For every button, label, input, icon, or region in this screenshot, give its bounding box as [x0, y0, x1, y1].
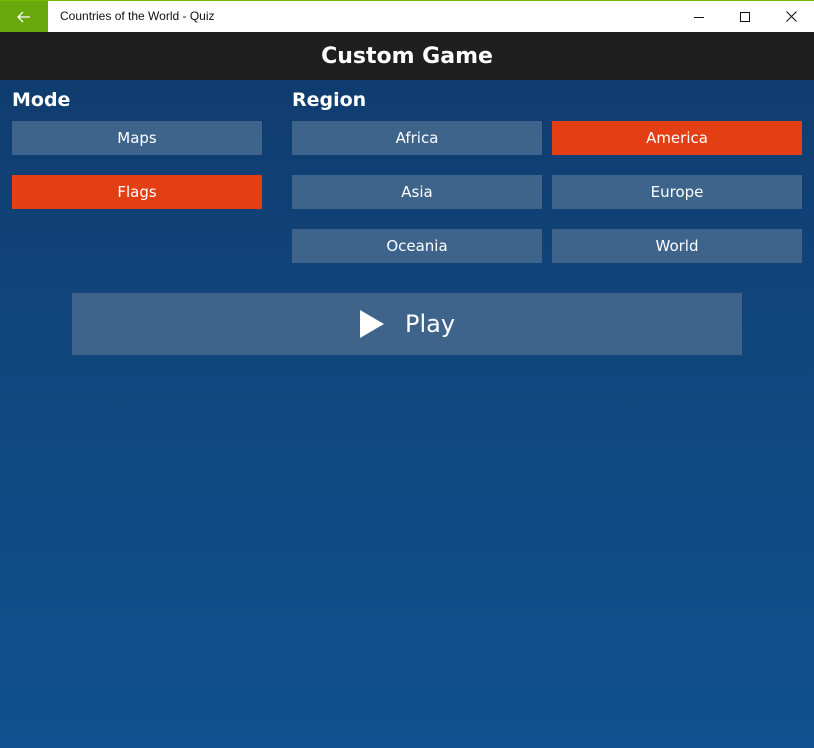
- region-europe-button[interactable]: Europe: [552, 175, 802, 209]
- app-window: Countries of the World - Quiz Custom Gam…: [0, 0, 814, 748]
- close-icon: [785, 7, 797, 26]
- minimize-icon: [694, 7, 704, 26]
- page-title: Custom Game: [321, 43, 493, 69]
- close-button[interactable]: [768, 1, 814, 32]
- mode-flags-button[interactable]: Flags: [12, 175, 262, 209]
- mode-maps-button[interactable]: Maps: [12, 121, 262, 155]
- maximize-icon: [740, 7, 750, 26]
- play-button[interactable]: Play: [72, 293, 742, 355]
- play-icon: [359, 309, 385, 339]
- region-oceania-button[interactable]: Oceania: [292, 229, 542, 263]
- region-world-button[interactable]: World: [552, 229, 802, 263]
- mode-label: Mode: [12, 89, 71, 111]
- window-title: Countries of the World - Quiz: [60, 9, 215, 23]
- title-bar: Countries of the World - Quiz: [0, 0, 814, 32]
- play-label: Play: [404, 310, 456, 338]
- arrow-left-icon: [17, 11, 31, 23]
- maximize-button[interactable]: [722, 1, 768, 32]
- region-asia-button[interactable]: Asia: [292, 175, 542, 209]
- minimize-button[interactable]: [676, 1, 722, 32]
- region-label: Region: [292, 89, 367, 111]
- region-america-button[interactable]: America: [552, 121, 802, 155]
- page-header: Custom Game: [0, 32, 814, 80]
- back-button[interactable]: [0, 1, 48, 32]
- region-africa-button[interactable]: Africa: [292, 121, 542, 155]
